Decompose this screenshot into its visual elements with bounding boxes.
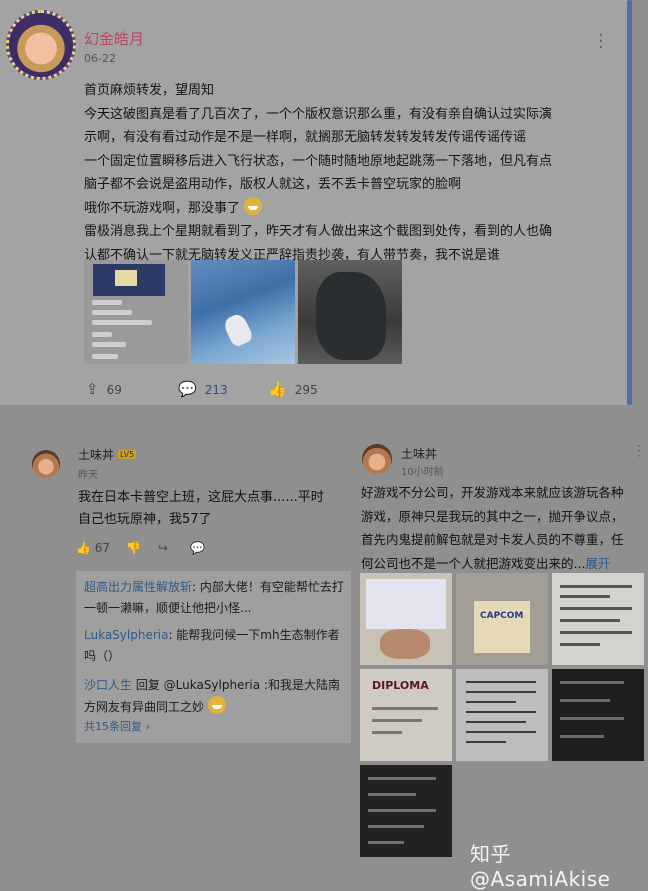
thumbs-up-icon: 👍	[268, 380, 287, 398]
comment-text: 好游戏不分公司，开发游戏本来就应该游玩各种 游戏，原神只是我玩的其中之一，抛开争…	[361, 485, 624, 571]
image-diploma[interactable]: DIPLOMA	[360, 669, 452, 761]
reply-item[interactable]: 沙口人生 回复 @LukaSylpheria :和我是大陆南方网友有异曲同工之妙	[84, 675, 346, 718]
post-line: 哦你不玩游戏啊，那没事了	[84, 196, 619, 221]
repost-button[interactable]: ⇪ 69	[86, 380, 122, 398]
comment-icon: 💬	[178, 380, 197, 398]
comment-time: 10小时前	[401, 467, 444, 478]
comment-card-left: 土味丼 LV5 昨天 我在日本卡普空上班，这屁大点事......平时 自己也玩原神…	[18, 436, 353, 746]
image-chat-screenshot[interactable]	[552, 669, 644, 761]
post-line: 一个固定位置瞬移后进入飞行状态，一个随时随地原地起跳荡一下落地，但凡有点	[84, 153, 553, 169]
repost-icon: ⇪	[86, 380, 99, 398]
post-username[interactable]: 幻金皓月	[84, 28, 144, 49]
image-capcom-box[interactable]: CAPCOM	[456, 573, 548, 665]
more-options-icon[interactable]: · · ·	[598, 27, 604, 57]
expand-link[interactable]: 展开	[585, 556, 610, 571]
dislike-icon[interactable]: 👎	[126, 541, 141, 555]
post-line: 首页麻烦转发，望周知	[84, 83, 215, 98]
image-game-screen[interactable]	[360, 573, 452, 665]
image-chat-screenshot[interactable]	[360, 765, 452, 857]
grin-emoji-icon	[244, 196, 263, 215]
grin-emoji-icon	[207, 696, 226, 714]
weibo-post: 幻金皓月 06-22 · · · 首页麻烦转发，望周知 今天这破图真是看了几百次了，…	[0, 0, 632, 405]
reply-item[interactable]: LukaSylpheria: 能帮我问候一下mh生态制作者吗（）	[84, 625, 346, 667]
avatar[interactable]	[32, 450, 60, 478]
comment-card-right: 土味丼 10小时前 · · · 好游戏不分公司，开发游戏本来就应该游玩各种 游戏，原…	[355, 436, 648, 878]
post-image-chat-screenshot[interactable]	[84, 260, 188, 364]
post-line: 雷极消息我上个星期就看到了，昨天才有人做出来这个截图到处传，看到的人也确	[84, 224, 553, 239]
chevron-right-icon: ›	[145, 720, 150, 733]
more-options-icon[interactable]: · · ·	[637, 440, 641, 462]
like-button[interactable]: 👍 67	[76, 541, 110, 555]
image-receipt[interactable]	[456, 669, 548, 761]
watermark: 知乎 @AsamiAkise	[470, 842, 611, 891]
comment-text: 我在日本卡普空上班，这屁大点事......平时 自己也玩原神，我57了	[78, 490, 324, 527]
post-line: 示啊，有没有看过动作是不是一样啊，就搁那无脑转发转发转发传谣传谣传谣	[84, 130, 527, 145]
post-line: 今天这破图真是看了几百次了，一个个版权意识那么重，有没有亲自确认过实际演	[84, 106, 553, 122]
level-badge: LV5	[118, 450, 137, 459]
share-icon[interactable]: ↪	[158, 541, 168, 555]
reply-item[interactable]: 超高出力属性解放斩: 内部大佬！有空能帮忙去打一顿一濑嘛，顺便让他把小怪...	[84, 577, 346, 619]
post-image-flying-character[interactable]	[191, 260, 295, 364]
comment-username[interactable]: 土味丼	[401, 445, 437, 462]
comment-username[interactable]: 土味丼 LV5	[78, 446, 137, 463]
view-more-replies[interactable]: 共15条回复 ›	[84, 718, 150, 734]
avatar[interactable]	[362, 444, 392, 474]
post-body: 首页麻烦转发，望周知 今天这破图真是看了几百次了，一个个版权意识那么重，有没有亲…	[84, 79, 619, 267]
comment-button[interactable]: 💬 213	[178, 380, 228, 398]
image-document[interactable]	[552, 573, 644, 665]
replies-box: 超高出力属性解放斩: 内部大佬！有空能帮忙去打一顿一濑嘛，顺便让他把小怪... …	[76, 571, 351, 743]
user-avatar[interactable]	[6, 10, 76, 80]
like-button[interactable]: 👍 295	[268, 380, 318, 398]
comment-time: 昨天	[78, 470, 98, 481]
post-line: 脑子都不会说是盗用动作，版权人就这，丢不丢卡普空玩家的脸啊	[84, 177, 462, 192]
thumbs-up-icon: 👍	[76, 541, 91, 555]
post-image-monster[interactable]	[298, 260, 402, 364]
scrollbar[interactable]	[627, 0, 632, 405]
post-date: 06-22	[84, 52, 116, 65]
reply-icon[interactable]: 💬	[190, 541, 205, 555]
